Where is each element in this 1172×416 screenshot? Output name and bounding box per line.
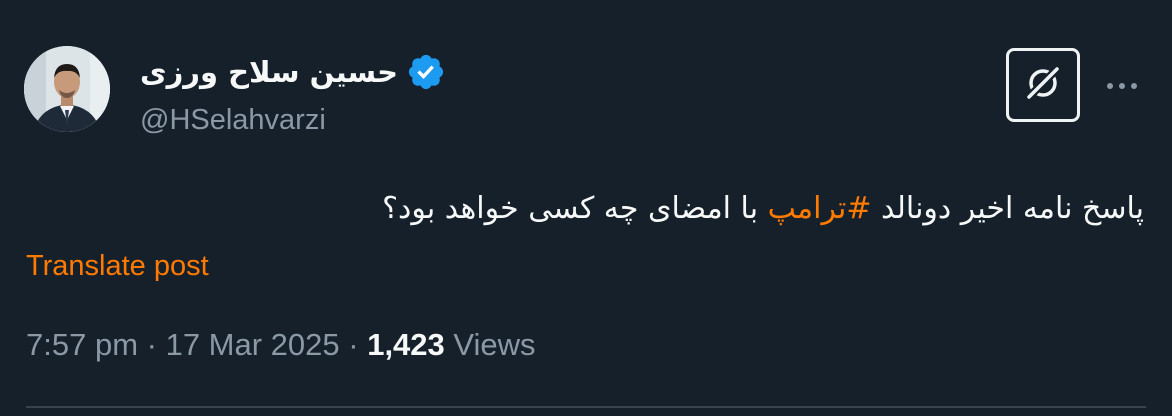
more-horizontal-icon xyxy=(1104,83,1140,89)
views-label: Views xyxy=(453,327,536,362)
grok-slash-icon xyxy=(1021,61,1065,109)
tweet-date[interactable]: 17 Mar 2025 xyxy=(166,327,340,362)
translate-post-link[interactable]: Translate post xyxy=(26,244,209,288)
meta-separator: · xyxy=(138,327,166,362)
avatar[interactable] xyxy=(24,46,110,132)
tweet-time[interactable]: 7:57 pm xyxy=(26,327,138,362)
more-options-button[interactable] xyxy=(1100,64,1144,108)
verified-badge-icon xyxy=(406,52,446,92)
tweet-text-before: پاسخ نامه اخیر دونالد xyxy=(871,191,1144,226)
author-display-name[interactable]: حسین سلاح ورزی xyxy=(140,50,398,94)
author-handle[interactable]: @HSelahvarzi xyxy=(140,100,326,140)
views-count: 1,423 xyxy=(367,327,445,362)
meta-separator: · xyxy=(339,327,368,362)
divider xyxy=(26,406,1146,408)
tweet-meta: 7:57 pm · 17 Mar 2025 · 1,423 Views xyxy=(26,323,536,367)
hashtag-link[interactable]: #ترامپ xyxy=(768,191,872,226)
author-name-row[interactable]: حسین سلاح ورزی xyxy=(140,50,446,94)
tweet: حسین سلاح ورزی @HSelahvarzi پاسخ نامه اخ… xyxy=(0,0,1172,416)
tweet-text-after: با امضای چه کسی خواهد بود؟ xyxy=(382,191,768,226)
tweet-text: پاسخ نامه اخیر دونالد #ترامپ با امضای چه… xyxy=(382,180,1144,238)
grok-button[interactable] xyxy=(1006,48,1080,122)
